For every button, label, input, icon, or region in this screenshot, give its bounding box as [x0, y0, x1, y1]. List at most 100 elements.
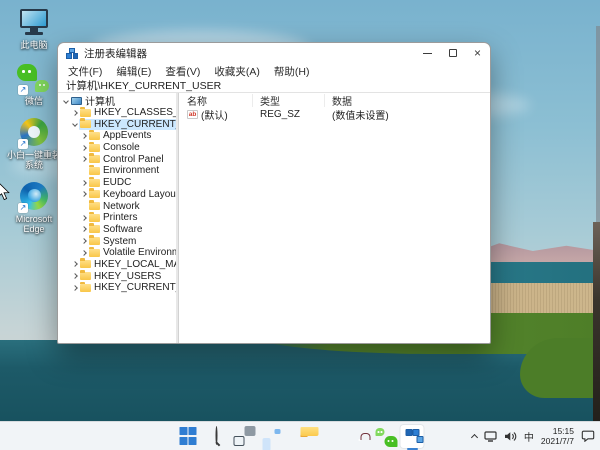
column-header-type[interactable]: 类型	[253, 94, 325, 107]
tree-item-environment[interactable]: Environment	[58, 165, 176, 177]
tree-item-hkey-current-user[interactable]: HKEY_CURRENT_USER	[58, 118, 176, 130]
expander-chevron-icon[interactable]	[79, 192, 88, 196]
tree-item-label: System	[103, 236, 136, 247]
desktop: 此电脑微信小白一键重装 系统 Microsoft Edge 注册表编辑器 × 文件…	[0, 0, 600, 450]
expander-chevron-icon[interactable]	[70, 111, 79, 115]
folder-icon	[89, 155, 100, 163]
maximize-button[interactable]	[440, 43, 465, 63]
tree-item-network[interactable]: Network	[58, 200, 176, 212]
expander-chevron-icon[interactable]	[79, 181, 88, 185]
expander-chevron-icon[interactable]	[79, 216, 88, 220]
desktop-icon-this-pc[interactable]: 此电脑	[7, 8, 61, 50]
clock[interactable]: 15:15 2021/7/7	[541, 426, 574, 446]
taskbar-button-store[interactable]	[344, 424, 369, 449]
tree-item-control-panel[interactable]: Control Panel	[58, 153, 176, 165]
tree-item-printers[interactable]: Printers	[58, 212, 176, 224]
close-button[interactable]: ×	[465, 43, 490, 63]
notification-center-icon[interactable]	[581, 430, 595, 442]
tree-item-label: Console	[103, 142, 140, 153]
expander-chevron-icon[interactable]	[79, 251, 88, 255]
title-bar[interactable]: 注册表编辑器 ×	[58, 43, 490, 63]
menu-item-2[interactable]: 查看(V)	[158, 64, 207, 79]
tree-item-volatile-environment[interactable]: Volatile Environment	[58, 247, 176, 259]
folder-icon	[89, 214, 100, 222]
expander-chevron-icon[interactable]	[61, 99, 70, 103]
registry-editor-window: 注册表编辑器 × 文件(F)编辑(E)查看(V)收藏夹(A)帮助(H) 计算机\…	[57, 42, 491, 344]
expander-chevron-icon[interactable]	[70, 286, 79, 290]
registry-value-row[interactable]: ab(默认)REG_SZ(数值未设置)	[178, 107, 490, 121]
expander-chevron-icon[interactable]	[79, 239, 88, 243]
taskbar-button-search[interactable]	[204, 424, 229, 449]
taskbar-button-edge[interactable]	[316, 424, 341, 449]
value-type: REG_SZ	[253, 107, 325, 121]
tree-item-hkey-classes-root[interactable]: HKEY_CLASSES_ROOT	[58, 107, 176, 119]
tree-item-hkey-users[interactable]: HKEY_USERS	[58, 270, 176, 282]
menu-item-0[interactable]: 文件(F)	[61, 64, 109, 79]
desktop-icon-edge[interactable]: Microsoft Edge	[7, 182, 61, 234]
tree-item-keyboard-layout[interactable]: Keyboard Layout	[58, 189, 176, 201]
tree-item-eudc[interactable]: EUDC	[58, 177, 176, 189]
folder-icon	[80, 260, 91, 268]
value-name: (默认)	[201, 107, 228, 122]
expander-chevron-icon[interactable]	[79, 134, 88, 138]
folder-icon	[89, 179, 100, 187]
shortcut-arrow-icon	[18, 203, 28, 213]
expander-chevron-icon[interactable]	[79, 146, 88, 150]
taskbar-button-regedit[interactable]	[400, 424, 425, 449]
wallpaper-cliff-edge	[596, 26, 600, 224]
menu-item-1[interactable]: 编辑(E)	[109, 64, 158, 79]
tray-date: 2021/7/7	[541, 436, 574, 446]
desktop-icon-label: 微信	[7, 96, 61, 106]
tree-item-计算机[interactable]: 计算机	[58, 95, 176, 107]
desktop-icon-label: Microsoft Edge	[7, 214, 61, 234]
taskbar-button-task-view[interactable]	[232, 424, 257, 449]
tree-item-hkey-current-config[interactable]: HKEY_CURRENT_CONFIG	[58, 282, 176, 294]
tray-overflow-chevron-icon[interactable]	[471, 433, 478, 440]
address-bar[interactable]: 计算机\HKEY_CURRENT_USER	[58, 79, 490, 93]
computer-icon	[71, 97, 82, 105]
value-data: (数值未设置)	[325, 107, 490, 121]
column-header-data[interactable]: 数据	[325, 94, 490, 107]
shortcut-arrow-icon	[18, 139, 28, 149]
expander-chevron-icon[interactable]	[79, 227, 88, 231]
tree-item-hkey-local-machine[interactable]: HKEY_LOCAL_MACHINE	[58, 259, 176, 271]
tree-item-console[interactable]: Console	[58, 142, 176, 154]
search-icon	[215, 427, 217, 445]
menu-item-3[interactable]: 收藏夹(A)	[207, 64, 267, 79]
expander-chevron-icon[interactable]	[79, 157, 88, 161]
desktop-icon-wechat[interactable]: 微信	[7, 64, 61, 106]
volume-icon[interactable]	[504, 431, 517, 442]
registry-tree-pane: 计算机HKEY_CLASSES_ROOTHKEY_CURRENT_USERApp…	[58, 93, 178, 343]
tree-item-appevents[interactable]: AppEvents	[58, 130, 176, 142]
tree-item-label: Printers	[103, 212, 137, 223]
taskbar-button-start[interactable]	[176, 424, 201, 449]
tree-item-system[interactable]: System	[58, 235, 176, 247]
menu-item-4[interactable]: 帮助(H)	[267, 64, 317, 79]
desktop-icon-xiaobai[interactable]: 小白一键重装 系统	[7, 118, 61, 170]
tree-item-label: Keyboard Layout	[103, 189, 178, 200]
taskbar-button-wechat[interactable]	[372, 424, 397, 449]
folder-icon	[89, 225, 100, 233]
minimize-button[interactable]	[415, 43, 440, 63]
folder-icon	[80, 272, 91, 280]
expander-chevron-icon[interactable]	[70, 122, 79, 126]
registry-values-pane: 名称 类型 数据 ab(默认)REG_SZ(数值未设置)	[178, 93, 490, 343]
mouse-cursor	[0, 182, 11, 202]
expander-chevron-icon[interactable]	[70, 262, 79, 266]
taskbar-button-widgets[interactable]	[260, 424, 285, 449]
desktop-icon-label: 此电脑	[7, 40, 61, 50]
folder-icon	[89, 132, 100, 140]
tree-item-label: Software	[103, 224, 142, 235]
folder-icon	[89, 249, 100, 257]
tree-item-software[interactable]: Software	[58, 224, 176, 236]
ime-indicator[interactable]: 中	[524, 429, 534, 444]
folder-icon	[89, 144, 100, 152]
wallpaper-cliff	[593, 222, 600, 421]
network-icon[interactable]	[484, 431, 497, 442]
taskbar-button-file-explorer[interactable]	[288, 424, 313, 449]
column-header-name[interactable]: 名称	[178, 94, 253, 107]
edge-icon	[17, 182, 51, 212]
column-headers: 名称 类型 数据	[178, 94, 490, 107]
expander-chevron-icon[interactable]	[70, 274, 79, 278]
tree-item-label: Volatile Environment	[103, 247, 178, 258]
